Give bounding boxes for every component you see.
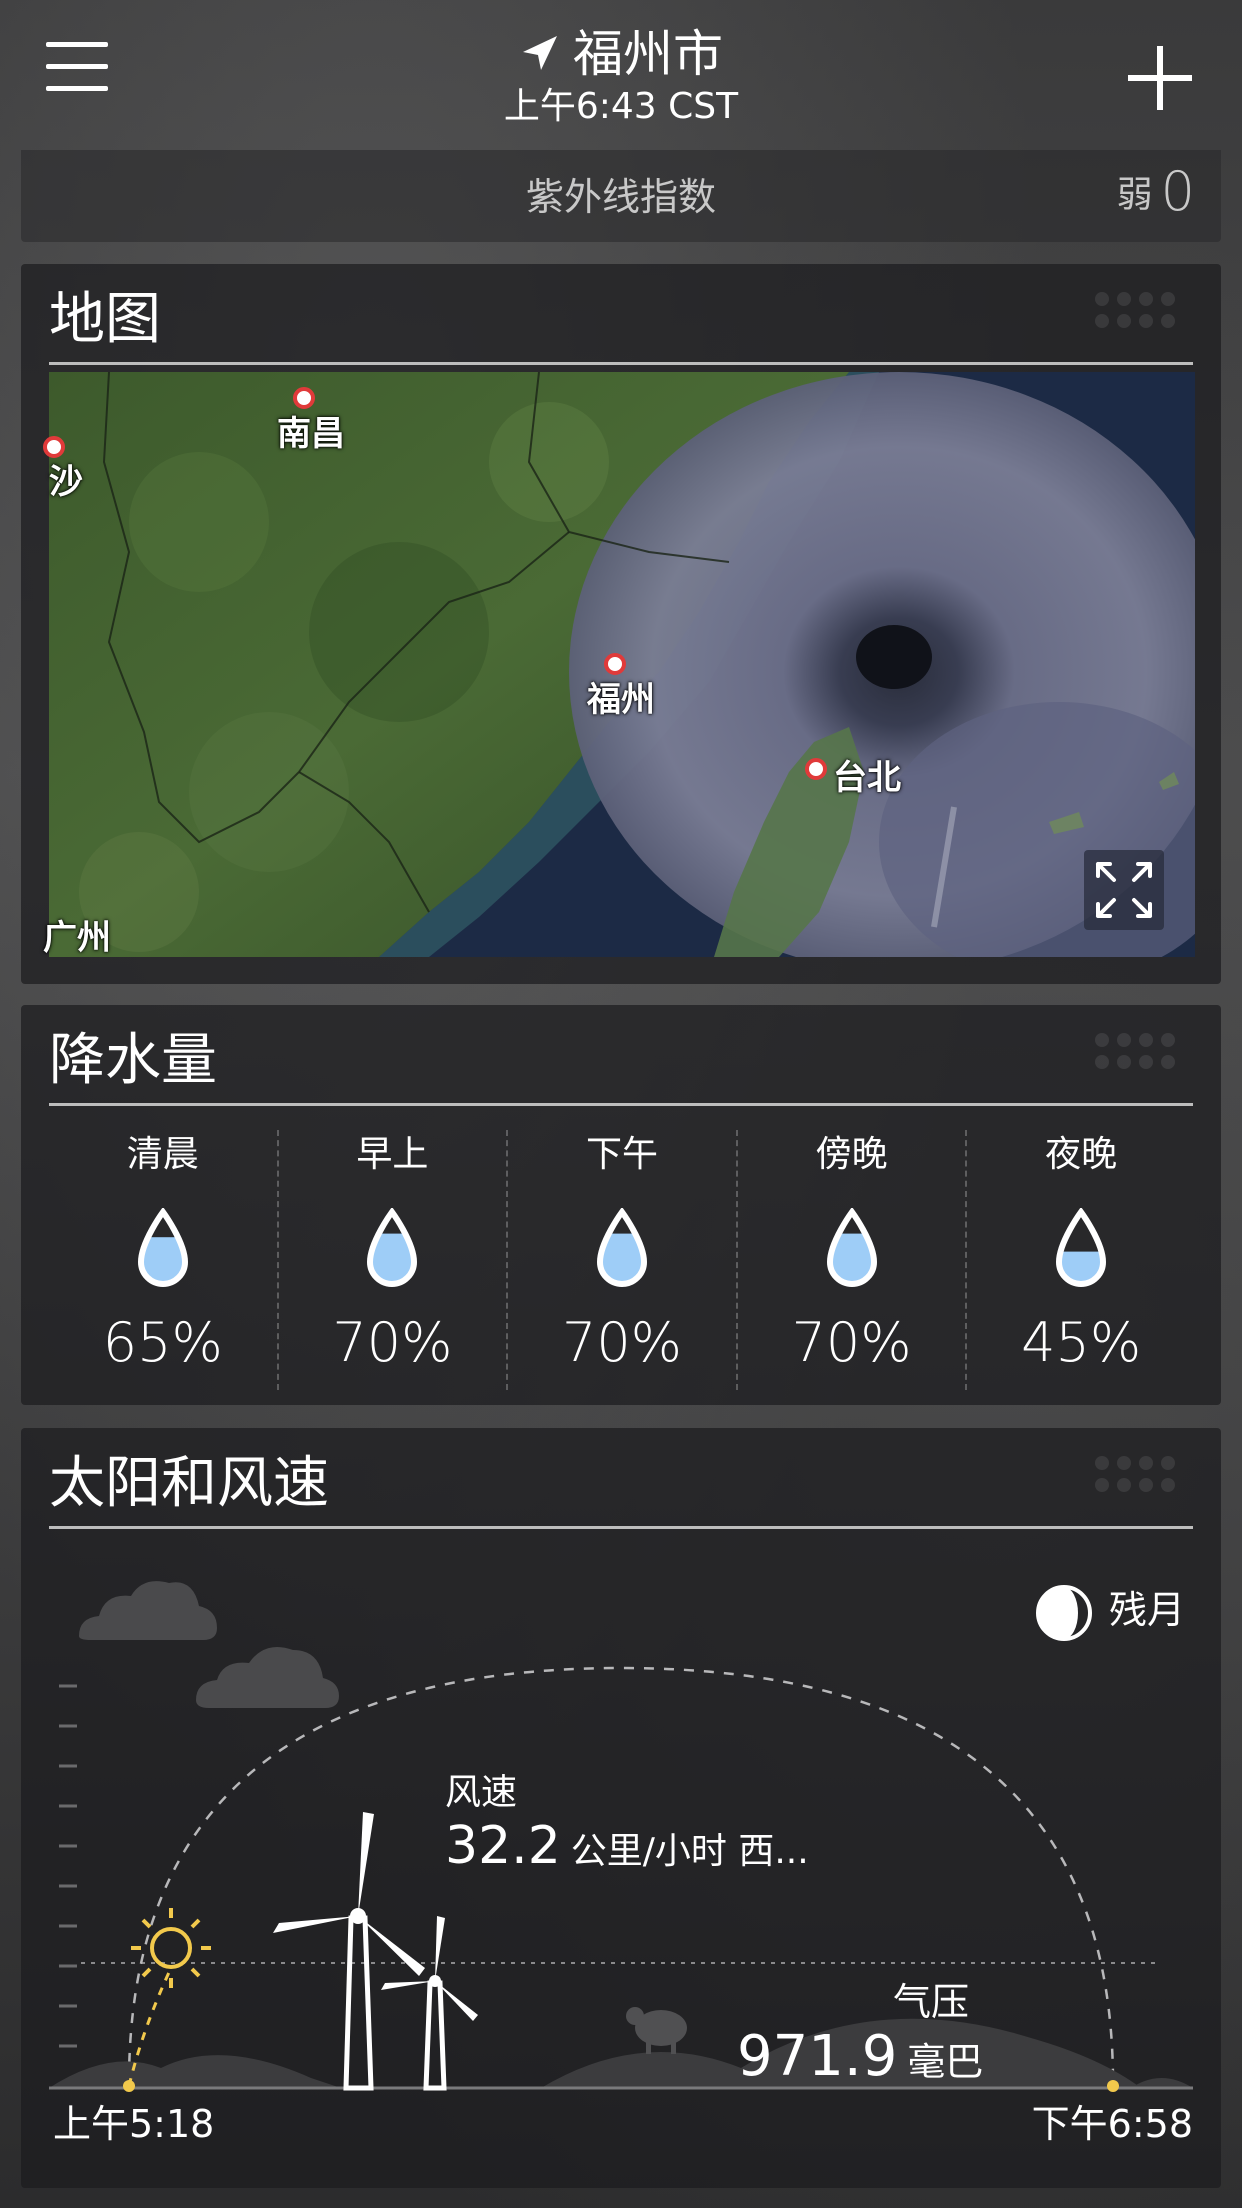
precip-value: 45% — [1021, 1311, 1142, 1374]
sunset-time: 下午6:58 — [1031, 2102, 1193, 2146]
sunset-dot — [1107, 2080, 1119, 2092]
plus-icon[interactable] — [1128, 46, 1192, 110]
uv-value: 0 — [1160, 160, 1195, 223]
sun-wind-title: 太阳和风速 — [49, 1451, 329, 1516]
map-label-fuzhou: 福州 — [587, 680, 655, 720]
moon-phase: 残月 — [1035, 1580, 1185, 1642]
precip-value: 70% — [332, 1311, 453, 1374]
map-pin-taipei[interactable] — [805, 758, 827, 780]
precipitation-divider — [49, 1103, 1193, 1106]
uv-index-reading: 弱0 — [1117, 160, 1195, 223]
precip-period-label: 傍晚 — [815, 1134, 888, 1175]
pressure-reading: 971.9 毫巴 — [737, 2024, 983, 2095]
cloud-icon — [79, 1581, 339, 1708]
uv-index-card: 紫外线指数 弱0 — [21, 150, 1221, 242]
precip-value: 65% — [102, 1311, 223, 1374]
precipitation-periods: 清晨 65% 早上 70% 下午 70% 傍晚 70% 夜晚 45% — [49, 1130, 1195, 1390]
location-title[interactable]: 福州市 — [0, 22, 1242, 86]
wind-turbine-icon — [273, 1812, 425, 2091]
map-label-taipei: 台北 — [833, 758, 901, 798]
sun-wind-scene — [49, 1581, 1193, 2092]
precipitation-card: 降水量 清晨 65% 早上 70% 下午 70% 傍晚 70% 夜晚 45% — [21, 1005, 1221, 1405]
sheep-icon — [626, 2007, 687, 2054]
precip-period-label: 早上 — [356, 1134, 429, 1175]
waning-moon-icon — [1035, 1584, 1092, 1641]
precip-period-night: 夜晚 45% — [965, 1130, 1195, 1390]
precip-period-morning: 早上 70% — [276, 1130, 507, 1390]
map-divider — [49, 362, 1193, 365]
precip-period-label: 夜晚 — [1045, 1134, 1118, 1175]
drag-handle-icon[interactable] — [1095, 292, 1175, 336]
wind-turbine-icon — [381, 1916, 478, 2091]
water-drop-icon — [137, 1208, 188, 1287]
pressure-value: 971.9 — [737, 2024, 898, 2089]
map-label-nanchang: 南昌 — [277, 414, 345, 454]
sunrise-time: 上午5:18 — [53, 2102, 215, 2146]
hill — [49, 2055, 341, 2088]
water-drop-icon — [367, 1208, 418, 1287]
precipitation-title: 降水量 — [49, 1028, 217, 1093]
uv-index-label: 紫外线指数 — [525, 175, 716, 219]
precip-period-early-morning: 清晨 65% — [49, 1130, 277, 1390]
scale-ticks — [59, 1684, 77, 2048]
local-time: 上午6:43 CST — [503, 86, 739, 127]
header: 福州市 上午6:43 CST — [0, 0, 1242, 170]
drag-handle-icon[interactable] — [1095, 1033, 1175, 1077]
sun-wind-divider — [49, 1526, 1193, 1529]
map-title: 地图 — [49, 287, 161, 352]
precip-period-afternoon: 下午 70% — [506, 1130, 736, 1390]
precip-value: 70% — [561, 1311, 682, 1374]
expand-arrows-icon[interactable] — [1084, 850, 1164, 930]
moon-phase-label: 残月 — [1108, 1588, 1185, 1632]
water-drop-icon — [826, 1208, 877, 1287]
water-drop-icon — [596, 1208, 647, 1287]
map-label-guangzhou: 广州 — [43, 918, 111, 958]
sun-icon — [131, 1908, 211, 1988]
uv-level: 弱 — [1116, 174, 1153, 216]
sun-and-wind-card: 太阳和风速 残月 风速 32.2 公里/小时 西... 气压 971.9 毫巴 上午… — [21, 1428, 1221, 2188]
map-card: 地图 南昌 沙 福州 台北 广州 — [21, 264, 1221, 984]
wind-speed-label: 风速 — [445, 1772, 518, 1813]
city-name: 福州市 — [573, 25, 723, 83]
precip-period-evening: 傍晚 70% — [735, 1130, 966, 1390]
wind-speed-value: 32.2 — [445, 1816, 561, 1876]
precip-period-label: 下午 — [585, 1134, 658, 1175]
pressure-label: 气压 — [893, 1980, 970, 2024]
precip-value: 70% — [791, 1311, 912, 1374]
wind-speed-unit: 公里/小时 西... — [570, 1831, 809, 1872]
wind-speed-reading: 32.2 公里/小时 西... — [445, 1815, 809, 1883]
drag-handle-icon[interactable] — [1095, 1456, 1175, 1500]
location-arrow-icon — [523, 35, 557, 70]
pressure-unit: 毫巴 — [907, 2040, 984, 2084]
map-label-changsha: 沙 — [49, 462, 83, 502]
water-drop-icon — [1056, 1208, 1107, 1287]
precip-period-label: 清晨 — [126, 1134, 199, 1175]
